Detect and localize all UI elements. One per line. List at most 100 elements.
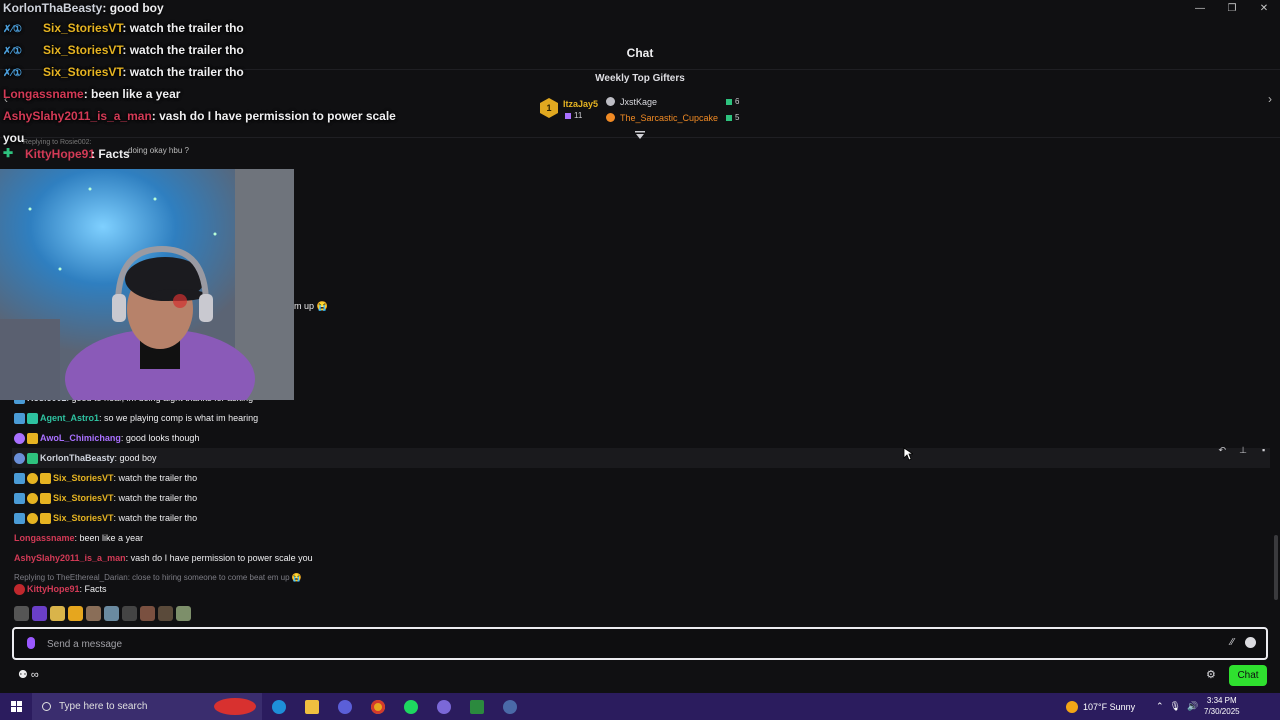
webcam-image	[0, 169, 294, 400]
message-input-box: ⁄⁄	[12, 627, 1268, 660]
emote-icon[interactable]	[176, 606, 191, 621]
chat-bottom-bar: ⚉ ∞ ⚙ Chat	[0, 662, 1280, 688]
overlay-line: ✗⁄① Six_StoriesVT: watch the trailer tho	[3, 20, 423, 42]
delete-icon[interactable]: ▪	[1257, 445, 1271, 455]
reply-icon[interactable]: ↶	[1215, 445, 1229, 456]
windows-start-icon[interactable]	[0, 693, 32, 720]
chat-title: Chat	[626, 46, 654, 60]
sun-icon	[1066, 700, 1078, 713]
gifter-first-count: 11	[565, 111, 582, 120]
overlay-reply-ghost: Replying to Rosie002:	[23, 139, 92, 146]
pin-icon[interactable]: ⊥	[1236, 445, 1250, 456]
file-explorer-icon[interactable]	[295, 693, 328, 720]
emote-icon[interactable]	[32, 606, 47, 621]
overlay-reply-ghost-text: doing okay hbu ?	[128, 146, 189, 155]
message-input[interactable]	[47, 634, 1197, 654]
badge-icon	[27, 493, 38, 505]
overlay-line: ✗⁄① Six_StoriesVT: watch the trailer tho	[3, 42, 423, 64]
emote-icon[interactable]	[68, 606, 83, 621]
steam-icon[interactable]	[493, 693, 526, 720]
emote-icon[interactable]	[104, 606, 119, 621]
emoji-icon[interactable]	[1245, 637, 1256, 648]
gift-badge-icon	[606, 97, 615, 106]
emote-icon[interactable]	[50, 606, 65, 621]
chat-send-button[interactable]: Chat	[1229, 665, 1267, 686]
emote-icon[interactable]	[14, 606, 29, 621]
gift-badge-icon	[606, 113, 615, 122]
search-icon	[42, 702, 51, 711]
cut-message-fragment: m up 😭	[294, 301, 328, 311]
system-tray: ⌃ 🎙 🔊	[1156, 693, 1198, 720]
speaker-icon[interactable]: 🔊	[1187, 701, 1198, 712]
badge-icon	[27, 413, 38, 425]
emote-strip	[14, 606, 191, 624]
edge-icon[interactable]	[262, 693, 295, 720]
overlay-line: AshySlahy2011_is_a_man: vash do I have p…	[3, 109, 396, 123]
emote-icon[interactable]	[86, 606, 101, 621]
chat-scrollbar[interactable]	[1274, 535, 1278, 600]
overlay-top-line: KorlonThaBeasty: good boy	[3, 1, 164, 15]
taskbar: Type here to search 107°F Sunny ⌃ 🎙 🔊 3:…	[0, 693, 1280, 720]
emote-icon[interactable]	[158, 606, 173, 621]
badge-icon	[14, 584, 25, 596]
gifter-third-name[interactable]: The_Sarcastic_Cupcake	[620, 113, 718, 123]
overlay-name: KorlonThaBeasty	[3, 1, 103, 15]
overlay-last-line: Replying to Rosie002: doing okay hbu ? ✚…	[3, 139, 189, 161]
taskbar-search[interactable]: Type here to search	[32, 693, 262, 720]
chat-message: AwoL_Chimichang: good looks though	[12, 428, 1270, 448]
badge-icon	[40, 513, 51, 525]
badge-icon	[27, 453, 38, 465]
gifter-first-name[interactable]: ItzaJay5	[563, 99, 598, 109]
chrome-icon[interactable]	[361, 693, 394, 720]
collapse-icon[interactable]	[634, 130, 646, 140]
emote-icon[interactable]	[122, 606, 137, 621]
xbox-icon[interactable]	[460, 693, 493, 720]
chevron-up-icon[interactable]: ⌃	[1156, 701, 1164, 712]
badge-icon	[40, 473, 51, 485]
badge-icon	[27, 513, 38, 525]
overlay-line: ✗⁄① Six_StoriesVT: watch the trailer tho	[3, 64, 423, 86]
badge-icon: ✗⁄①	[3, 46, 23, 57]
search-highlight-image	[214, 698, 256, 715]
minimize-button[interactable]: —	[1184, 0, 1216, 16]
badge-icon	[27, 473, 38, 485]
badge-icon	[14, 433, 25, 445]
app-window: — ❐ ✕ Chat Weekly Top Gifters ‹ › 1 Itza…	[0, 0, 1280, 720]
chat-message: KorlonThaBeasty: good boy	[12, 448, 1270, 468]
badge-icon	[14, 413, 25, 425]
restore-button[interactable]: ❐	[1216, 0, 1248, 16]
badge-icon	[14, 453, 25, 465]
badge-icon	[27, 433, 38, 445]
emote-icon[interactable]	[140, 606, 155, 621]
chevron-right-icon[interactable]: ›	[1268, 92, 1272, 106]
chat-message: Six_StoriesVT: watch the trailer tho	[12, 488, 1270, 508]
close-button[interactable]: ✕	[1248, 0, 1280, 16]
badge-icon	[40, 493, 51, 505]
badge-icon: ✗⁄①	[3, 24, 23, 35]
chat-message: Six_StoriesVT: watch the trailer tho	[12, 468, 1270, 488]
gear-icon[interactable]: ⚙	[1206, 668, 1216, 681]
badge-icon	[14, 493, 25, 505]
taskbar-clock[interactable]: 3:34 PM 7/30/2025	[1204, 695, 1240, 717]
badge-icon: ✚	[3, 146, 14, 160]
chat-message: Agent_Astro1: so we playing comp is what…	[12, 408, 1270, 428]
channel-points[interactable]: ⚉ ∞	[18, 668, 39, 681]
badge-icon: ✗⁄①	[3, 68, 23, 79]
badge-icon	[14, 473, 25, 485]
message-hover-tools: ↶ ⊥ ▪	[1212, 441, 1274, 459]
microphone-icon[interactable]: 🎙	[1170, 701, 1181, 712]
window-controls: — ❐ ✕	[1184, 0, 1280, 16]
webcam-feed	[0, 169, 294, 400]
discord-icon[interactable]	[427, 693, 460, 720]
spotify-icon[interactable]	[394, 693, 427, 720]
mic-icon[interactable]	[27, 637, 35, 649]
chat-message: Longassname: been like a year	[14, 533, 144, 543]
weather-widget[interactable]: 107°F Sunny	[1066, 693, 1135, 720]
chat-message: AshySlahy2011_is_a_man: vash do I have p…	[14, 553, 313, 563]
gifter-second-name[interactable]: JxstKage	[620, 97, 657, 107]
vivaldi-icon[interactable]	[328, 693, 361, 720]
commands-icon[interactable]: ⁄⁄	[1231, 637, 1234, 648]
badge-icon	[14, 513, 25, 525]
chat-message: Six_StoriesVT: watch the trailer tho	[12, 508, 1270, 528]
gifter-second-count: 6	[726, 97, 739, 106]
